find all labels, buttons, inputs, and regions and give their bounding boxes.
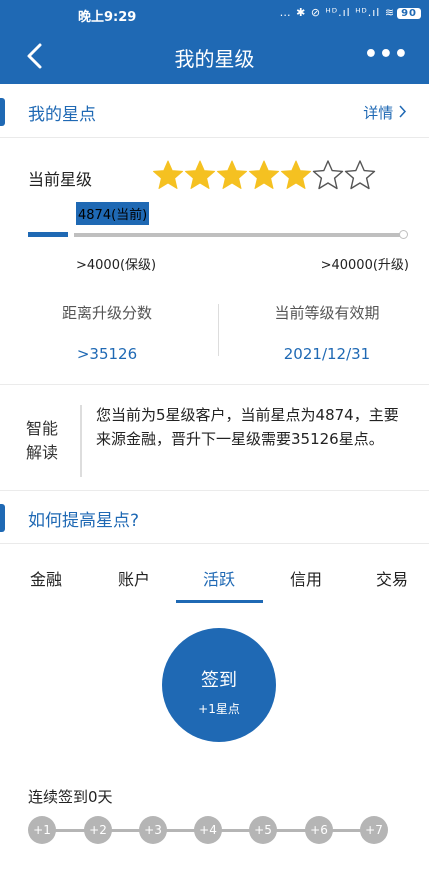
sign-in-button[interactable]: 签到 +1星点	[162, 628, 276, 742]
section-title: 如何提高星点?	[28, 511, 140, 531]
section-accent	[0, 98, 5, 126]
sign-in-reward: +1星点	[198, 702, 240, 716]
streak-label: 连续签到0天	[28, 788, 113, 806]
progress-end-marker	[399, 230, 408, 239]
star-empty-icon	[344, 160, 376, 190]
improve-points-header: 如何提高星点?	[0, 492, 429, 544]
day-badge: +7	[360, 816, 388, 844]
star-progress: 4874(当前) >4000(保级) >40000(升级)	[0, 200, 429, 290]
battery-icon: 90	[397, 8, 421, 19]
stat-value: >35126	[76, 345, 138, 363]
more-button[interactable]: •••	[364, 42, 409, 67]
smart-divider	[80, 405, 82, 477]
day-badge: +3	[139, 816, 167, 844]
star-filled-icon	[185, 160, 215, 189]
status-indicators: … ✱ ⊘ ᴴᴰ.ıl ᴴᴰ.ıl ≋	[279, 6, 396, 19]
divider	[0, 384, 429, 385]
day-badge: +5	[249, 816, 277, 844]
points-to-upgrade: 距离升级分数 >35126	[0, 296, 214, 363]
stat-value: 2021/12/31	[283, 345, 371, 363]
star-filled-icon	[217, 160, 247, 189]
upgrade-label: >40000(升级)	[320, 258, 409, 273]
day-badge: +1	[28, 816, 56, 844]
status-icons: … ✱ ⊘ ᴴᴰ.ıl ᴴᴰ.ıl ≋ 90	[280, 6, 421, 19]
star-filled-icon	[249, 160, 279, 189]
status-time: 晚上9:29	[78, 10, 137, 25]
stats-divider	[218, 304, 219, 356]
divider	[0, 490, 429, 491]
tab-active[interactable]: 活跃	[203, 566, 235, 590]
star-rating-row: 当前星级	[0, 158, 429, 194]
smart-text: 您当前为5星级客户，当前星点为4874，主要来源金融，晋升下一星级需要35126…	[96, 406, 399, 448]
keep-level-label: >4000(保级)	[76, 258, 157, 273]
my-star-points-header: 我的星点 详情	[0, 86, 429, 138]
progress-remaining	[74, 233, 402, 237]
day-badge: +2	[84, 816, 112, 844]
details-link[interactable]: 详情	[363, 102, 407, 123]
tab-finance[interactable]: 金融	[30, 566, 62, 590]
current-points-tag: 4874(当前)	[76, 202, 150, 225]
smart-interpretation: 智能解读 您当前为5星级客户，当前星点为4874，主要来源金融，晋升下一星级需要…	[0, 395, 429, 485]
tab-credit[interactable]: 信用	[290, 566, 322, 590]
category-tabs: 金融 账户 活跃 信用 交易	[0, 560, 429, 608]
progress-track	[28, 230, 408, 239]
section-title: 我的星点	[28, 105, 96, 125]
sign-in-label: 签到	[201, 670, 237, 691]
section-accent	[0, 504, 5, 532]
status-bar: 晚上9:29 … ✱ ⊘ ᴴᴰ.ıl ᴴᴰ.ıl ≋ 90	[0, 0, 429, 28]
details-label: 详情	[363, 104, 394, 122]
day-badge: +4	[194, 816, 222, 844]
stats-panel: 距离升级分数 >35126 当前等级有效期 2021/12/31	[0, 296, 429, 372]
star-filled-icon	[153, 160, 183, 189]
chevron-right-icon	[399, 105, 407, 118]
progress-fill	[28, 232, 68, 237]
level-validity: 当前等级有效期 2021/12/31	[220, 296, 429, 363]
stat-label: 当前等级有效期	[274, 304, 380, 322]
star-rating	[152, 158, 376, 192]
tab-indicator	[176, 600, 263, 603]
tab-account[interactable]: 账户	[118, 566, 150, 590]
day-badge: +6	[305, 816, 333, 844]
smart-tag: 智能解读	[26, 419, 59, 462]
star-empty-icon	[312, 160, 344, 190]
streak-days: +1 +2 +3 +4 +5 +6 +7	[28, 816, 408, 846]
stat-label: 距离升级分数	[61, 304, 152, 322]
rating-label: 当前星级	[28, 170, 93, 189]
star-filled-icon	[281, 160, 311, 189]
tab-trade[interactable]: 交易	[376, 566, 408, 590]
nav-bar: 我的星级 •••	[0, 28, 429, 84]
